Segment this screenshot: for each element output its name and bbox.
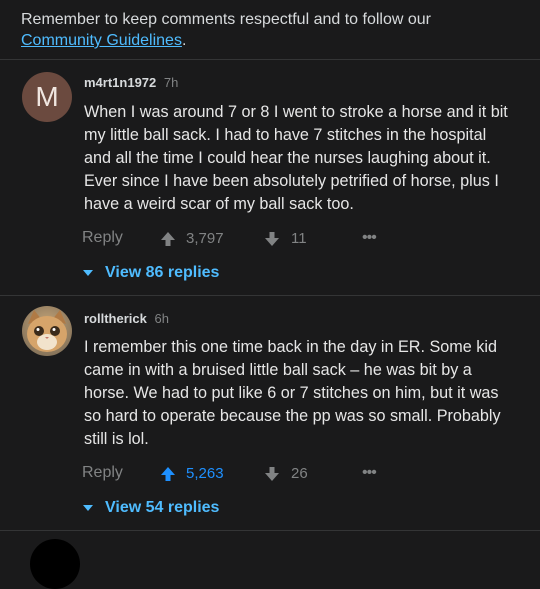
comment-meta: rolltherick 6h [84, 311, 169, 327]
upvote-icon[interactable] [160, 466, 176, 482]
more-options-icon[interactable]: ••• [362, 464, 377, 482]
avatar[interactable] [22, 306, 72, 356]
comment-meta: m4rt1n1972 7h [84, 75, 178, 91]
username[interactable]: rolltherick [84, 311, 147, 326]
view-replies-label: View 54 replies [105, 499, 220, 516]
view-replies-button[interactable]: View 54 replies [83, 499, 219, 517]
reply-button[interactable]: Reply [82, 464, 123, 482]
comment-actions: Reply 5,263 26 ••• [82, 464, 402, 484]
downvote-icon[interactable] [264, 466, 280, 482]
guidelines-suffix: . [181, 32, 187, 49]
chevron-down-icon [83, 504, 93, 511]
comment-body: When I was around 7 or 8 I went to strok… [84, 103, 508, 213]
upvote-count: 5,263 [186, 465, 224, 482]
guidelines-notice: Remember to keep comments respectful and… [21, 9, 521, 51]
guidelines-text: Remember to keep comments respectful and… [21, 11, 431, 28]
downvote-count: 11 [291, 230, 307, 247]
upvote-icon[interactable] [160, 231, 176, 247]
avatar[interactable]: M [22, 72, 72, 122]
chevron-down-icon [83, 269, 93, 276]
comment-actions: Reply 3,797 11 ••• [82, 229, 402, 249]
downvote-icon[interactable] [264, 231, 280, 247]
view-replies-button[interactable]: View 86 replies [83, 264, 219, 282]
community-guidelines-link[interactable]: Community Guidelines [21, 32, 182, 49]
username[interactable]: m4rt1n1972 [84, 75, 156, 90]
view-replies-label: View 86 replies [105, 264, 220, 281]
more-options-icon[interactable]: ••• [362, 229, 377, 247]
reply-button[interactable]: Reply [82, 229, 123, 247]
upvote-count: 3,797 [186, 230, 224, 247]
divider [0, 59, 540, 60]
cat-avatar-icon [22, 306, 72, 356]
comment-body: I remember this one time back in the day… [84, 338, 501, 448]
divider [0, 295, 540, 296]
downvote-count: 26 [291, 465, 308, 482]
timestamp: 7h [163, 75, 179, 90]
avatar-letter: M [35, 81, 59, 112]
divider [0, 530, 540, 531]
timestamp: 6h [154, 311, 169, 326]
avatar[interactable] [30, 539, 80, 589]
